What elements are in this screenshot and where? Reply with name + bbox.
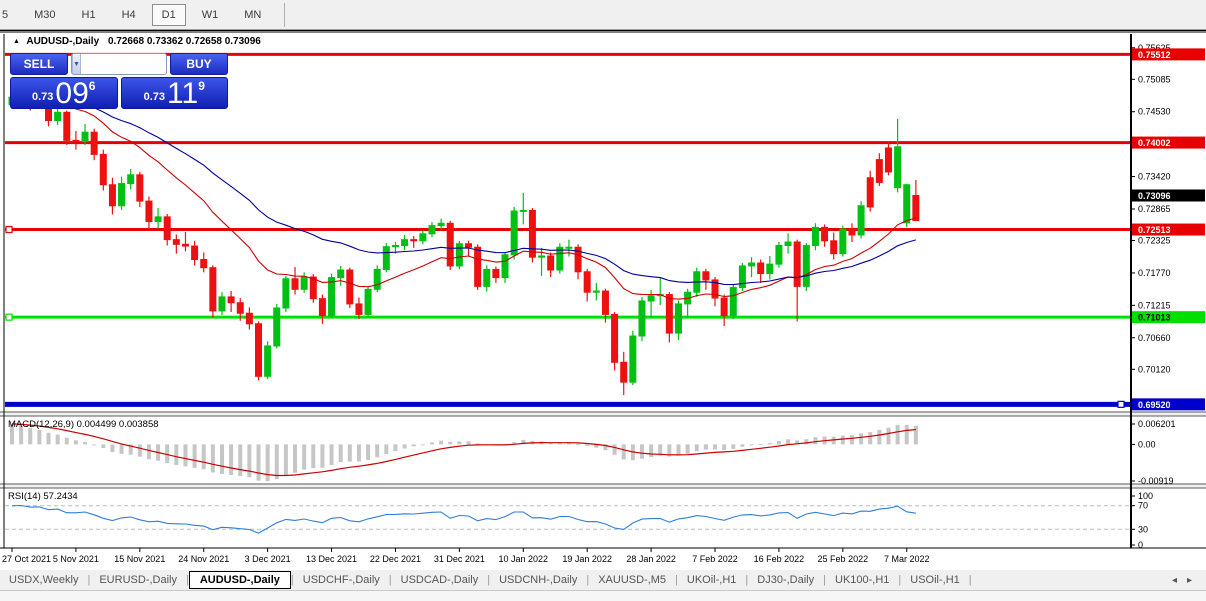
price-tick: 0.70660: [1138, 333, 1171, 343]
price-tick: 0.70120: [1138, 364, 1171, 374]
price-badge-0.69520: 0.69520: [1132, 398, 1205, 411]
hline-handle-0.69520[interactable]: [1117, 400, 1125, 408]
date-tick: 24 Nov 2021: [178, 554, 229, 564]
price-tick: 0.72325: [1138, 236, 1171, 246]
timeframe-toolbar: 5 M30 H1 H4 D1 W1 MN: [0, 0, 1206, 30]
volume-spinner: ▼ ▲: [71, 53, 167, 75]
timeframe-button-h1[interactable]: H1: [72, 4, 106, 26]
price-badge-0.74002: 0.74002: [1132, 136, 1205, 149]
chart-window: 0.75625 0.75085 0.74530 0.73420 0.72865 0.723…: [0, 30, 1206, 571]
chart-canvas[interactable]: 0.756250.750850.745300.734200.728650.723…: [0, 31, 1206, 571]
svg-text:0.00: 0.00: [1138, 439, 1156, 449]
date-tick: 13 Dec 2021: [306, 554, 357, 564]
sell-price-display[interactable]: 0.73 09 6: [10, 77, 118, 109]
price-tick: 0.71215: [1138, 300, 1171, 310]
price-tick: 0.73420: [1138, 172, 1171, 182]
svg-text:30: 30: [1138, 524, 1148, 534]
chart-symbol-period: AUDUSD-,Daily: [26, 36, 100, 47]
svg-text:0.69520: 0.69520: [1138, 400, 1171, 410]
price-tick: 0.71770: [1138, 268, 1171, 278]
volume-input[interactable]: [80, 54, 166, 74]
volume-decrease-button[interactable]: ▼: [72, 54, 81, 74]
date-tick: 10 Jan 2022: [499, 554, 549, 564]
timeframe-button-w1[interactable]: W1: [192, 4, 229, 26]
chart-tab-eurusd-[interactable]: EURUSD-,Daily: [90, 572, 186, 588]
toolbar-separator: [284, 2, 286, 27]
hline-handle-0.72513[interactable]: [5, 225, 13, 234]
one-click-trading-panel: SELL ▼ ▲ BUY 0.73 09 6 0.73 11 9: [10, 53, 228, 109]
status-strip: [0, 591, 1206, 601]
price-tick: 0.75085: [1138, 74, 1171, 84]
date-tick: 5 Nov 2021: [53, 554, 99, 564]
date-tick: 27 Oct 2021: [2, 554, 51, 564]
current-price-badge: 0.73096: [1132, 189, 1205, 202]
date-tick: 7 Feb 2022: [692, 554, 738, 564]
timeframe-button-m30[interactable]: M30: [24, 4, 65, 26]
buy-price-big: 11: [167, 77, 199, 110]
chart-tab-bar: USDX,Weekly | EURUSD-,Daily | AUDUSD-,Daily |…: [0, 570, 1206, 591]
date-tick: 25 Feb 2022: [818, 554, 869, 564]
buy-price-display[interactable]: 0.73 11 9: [120, 77, 228, 110]
svg-text:0.73096: 0.73096: [1138, 191, 1171, 201]
date-tick: 16 Feb 2022: [754, 554, 805, 564]
svg-text:-0.00919: -0.00919: [1138, 476, 1174, 486]
collapse-panel-icon[interactable]: ▲: [13, 38, 20, 45]
chart-tab-audusd-[interactable]: AUDUSD-,Daily: [188, 571, 291, 589]
price-tick: 0.74530: [1138, 107, 1171, 117]
hline-handle-0.71013[interactable]: [5, 313, 13, 321]
svg-text:0.006201: 0.006201: [1138, 419, 1176, 429]
chart-tab-usdx[interactable]: USDX,Weekly: [0, 572, 87, 588]
chart-tab-usoil-[interactable]: USOil-,H1: [901, 572, 969, 588]
tabs-scroll-right-icon[interactable]: ▸: [1187, 575, 1192, 586]
svg-text:0.71013: 0.71013: [1138, 313, 1171, 323]
chart-tab-xauusd-[interactable]: XAUUSD-,M5: [589, 572, 675, 588]
svg-text:0: 0: [1138, 540, 1143, 550]
svg-text:0.75512: 0.75512: [1138, 50, 1171, 60]
sell-button[interactable]: SELL: [10, 53, 68, 75]
price-badge-0.75512: 0.75512: [1132, 48, 1205, 61]
chart-title: ▲ AUDUSD-,Daily 0.72668 0.73362 0.72658 …: [13, 36, 261, 47]
price-badge-0.71013: 0.71013: [1132, 311, 1205, 324]
svg-text:100: 100: [1138, 491, 1153, 501]
sell-price-big: 09: [55, 77, 89, 110]
tab-separator: |: [968, 574, 972, 586]
macd-label: MACD(12,26,9) 0.004499 0.003858: [8, 419, 159, 430]
buy-button[interactable]: BUY: [170, 53, 228, 75]
date-tick: 7 Mar 2022: [884, 554, 930, 564]
timeframe-button-d1[interactable]: D1: [151, 3, 186, 26]
svg-text:70: 70: [1138, 501, 1148, 511]
buy-price-prefix: 0.73: [143, 91, 166, 103]
chart-tab-uk100-[interactable]: UK100-,H1: [826, 572, 898, 588]
price-badge-0.72513: 0.72513: [1132, 223, 1205, 236]
rsi-label: RSI(14) 57.2434: [8, 491, 78, 502]
timeframe-button-h4[interactable]: H4: [112, 4, 146, 26]
chart-tab-usdcnh-[interactable]: USDCNH-,Daily: [490, 572, 586, 588]
date-tick: 28 Jan 2022: [626, 554, 676, 564]
tabs-scroll-left-icon[interactable]: ◂: [1172, 575, 1177, 586]
chart-tab-usdchf-[interactable]: USDCHF-,Daily: [294, 572, 389, 588]
price-tick: 0.72865: [1138, 204, 1171, 214]
buy-price-sup: 9: [198, 79, 205, 93]
date-tick: 15 Nov 2021: [114, 554, 165, 564]
sell-price-prefix: 0.73: [32, 91, 54, 103]
mt4-terminal: 5 M30 H1 H4 D1 W1 MN 0.75625 0.75085 0.74530 0.73…: [0, 0, 1206, 601]
svg-text:0.74002: 0.74002: [1138, 138, 1171, 148]
chart-tab-ukoil-[interactable]: UKOil-,H1: [678, 572, 746, 588]
timeframe-button-mn[interactable]: MN: [234, 4, 271, 26]
sell-price-sup: 6: [88, 79, 96, 93]
date-tick: 19 Jan 2022: [562, 554, 612, 564]
svg-text:0.72513: 0.72513: [1138, 225, 1171, 235]
date-tick: 31 Dec 2021: [434, 554, 485, 564]
timeframe-button-5[interactable]: 5: [0, 4, 18, 26]
chart-tab-dj30-[interactable]: DJ30-,Daily: [748, 572, 823, 588]
chart-tab-usdcad-[interactable]: USDCAD-,Daily: [392, 572, 488, 588]
date-tick: 22 Dec 2021: [370, 554, 421, 564]
date-tick: 3 Dec 2021: [245, 554, 291, 564]
chart-ohlc-values: 0.72668 0.73362 0.72658 0.73096: [107, 36, 261, 47]
